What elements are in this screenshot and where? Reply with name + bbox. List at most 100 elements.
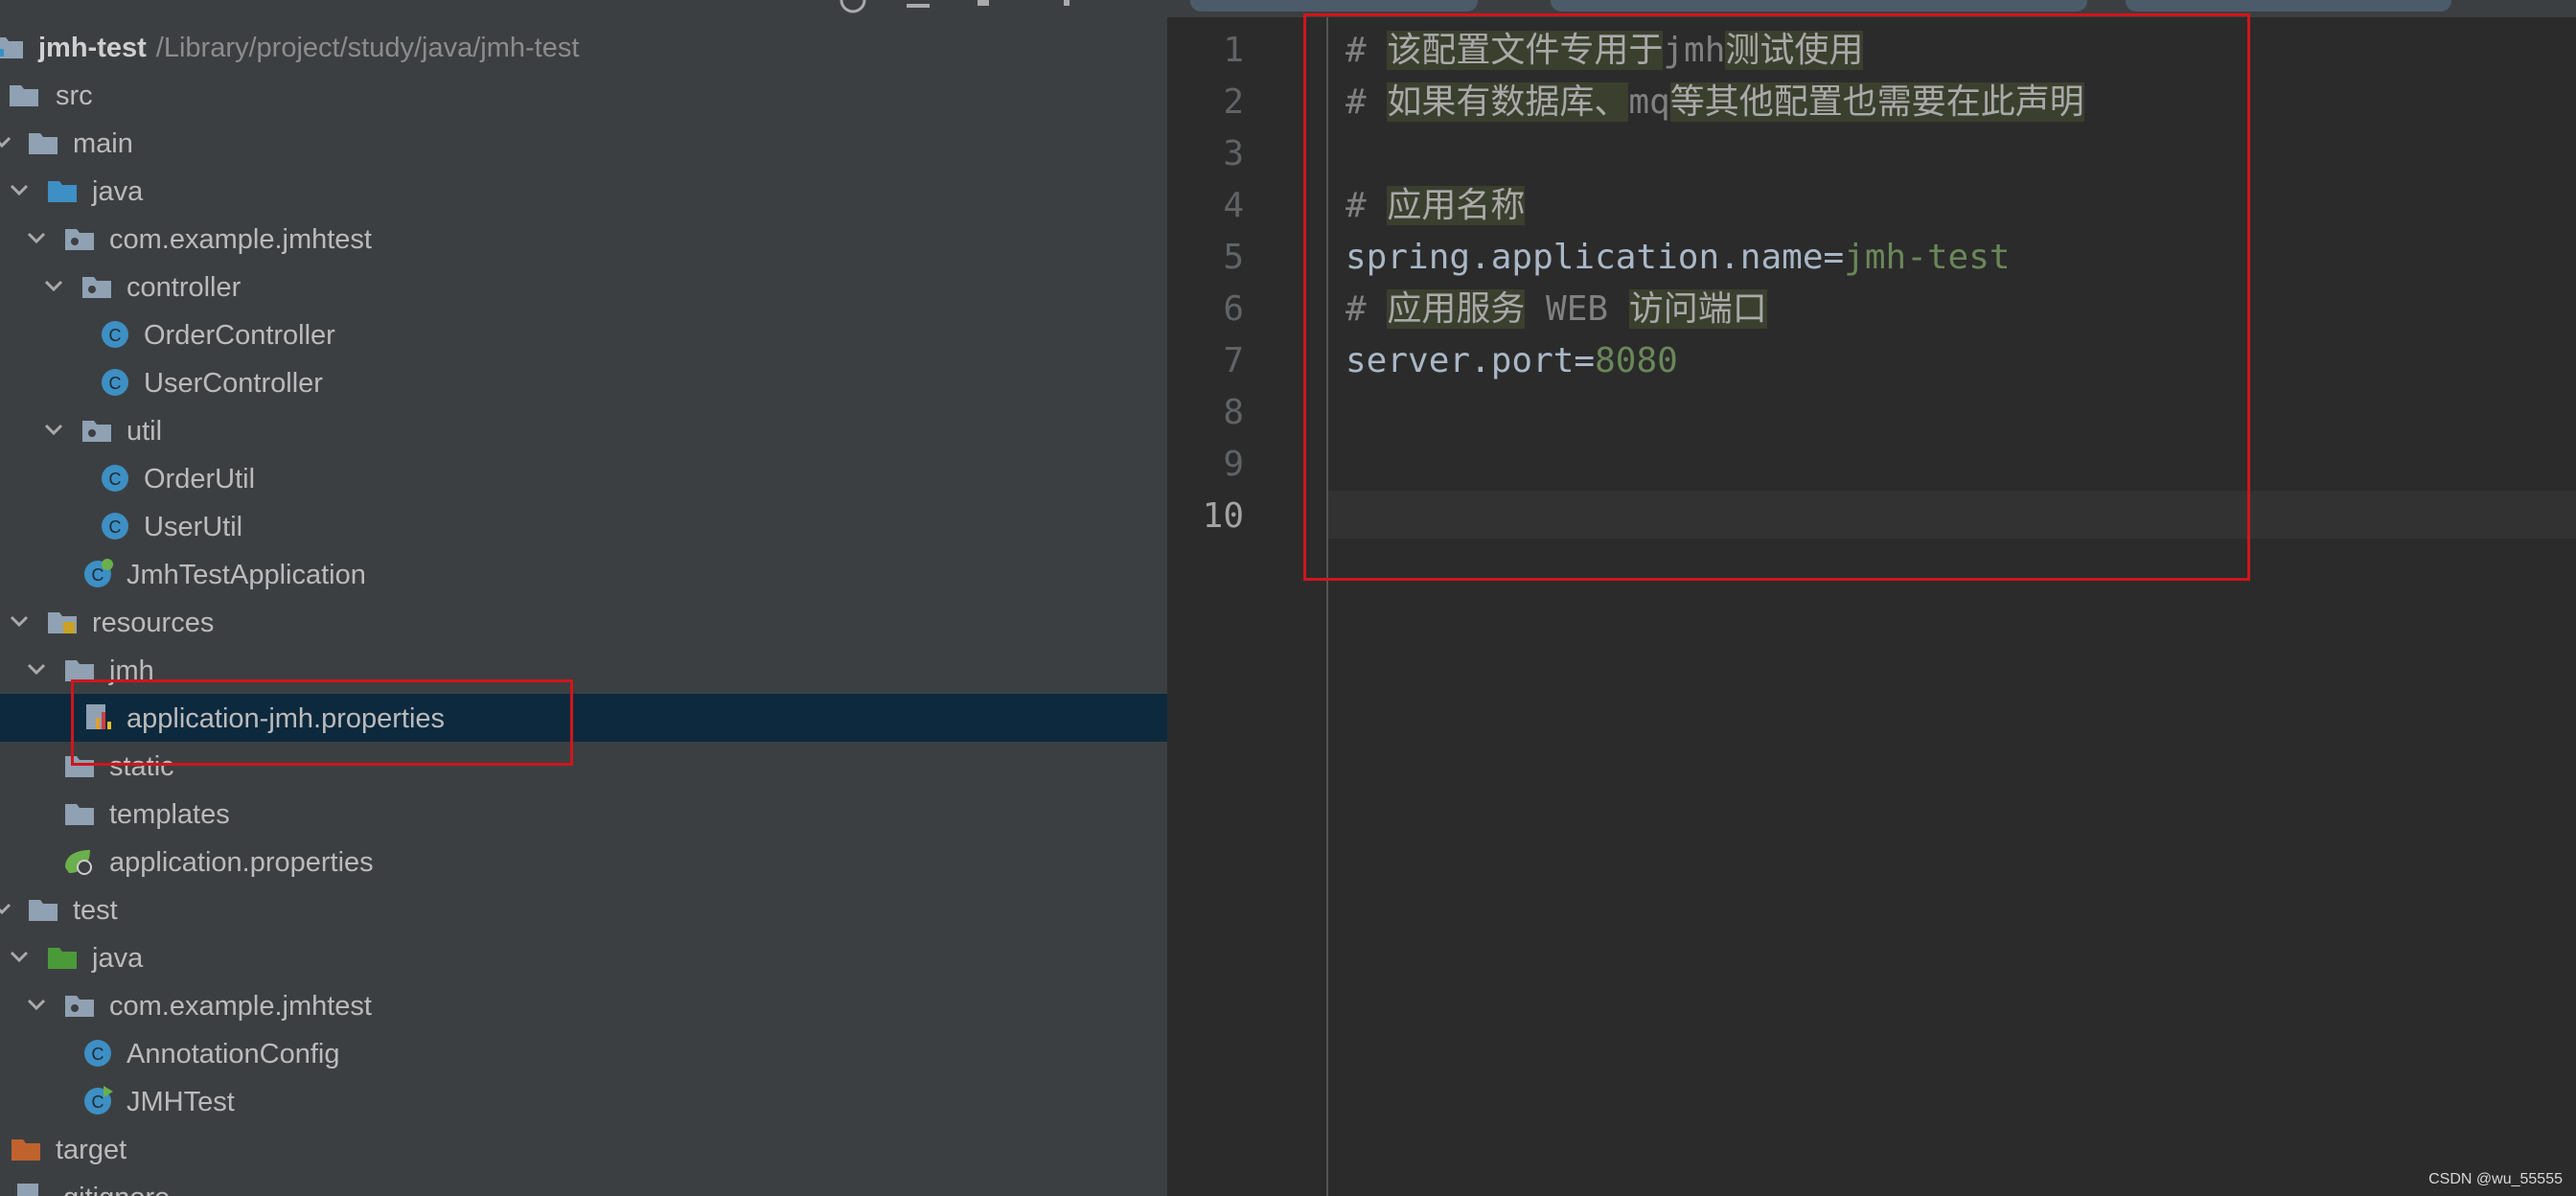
tree-row-userutil[interactable]: C UserUtil: [0, 502, 1167, 550]
tree-row-test-package[interactable]: com.example.jmhtest: [0, 981, 1167, 1029]
tree-label: com.example.jmhtest: [109, 991, 372, 1022]
project-name-label: jmh-test/Library/project/study/java/jmh-…: [38, 33, 580, 63]
folder-icon: [29, 900, 58, 921]
svg-text:C: C: [92, 1045, 104, 1064]
tree-label: UserController: [144, 368, 323, 399]
tree-row-resources[interactable]: resources: [0, 598, 1167, 646]
line-number: 9: [1223, 445, 1244, 484]
svg-text:C: C: [92, 1092, 104, 1112]
file-icon: [17, 1184, 38, 1196]
tree-label: templates: [109, 799, 230, 830]
tree-row-test-java[interactable]: java: [0, 933, 1167, 981]
folder-icon: [65, 804, 94, 825]
code-editor[interactable]: 1 2 3 4 5 6 7 8 9 10 # 该配置文件专用于jmh测试使用 #…: [1167, 0, 2576, 1196]
tree-row-package[interactable]: com.example.jmhtest: [0, 215, 1167, 263]
tree-label: java: [92, 943, 144, 974]
tree-label: test: [73, 895, 118, 926]
svg-text:C: C: [92, 565, 104, 585]
tree-row-util[interactable]: util: [0, 406, 1167, 454]
tree-label: com.example.jmhtest: [109, 224, 372, 255]
package-icon: [82, 277, 111, 298]
tree-label: src: [56, 80, 93, 111]
highlight-box-selected-file: [71, 679, 573, 766]
tree-label: java: [92, 176, 144, 207]
tree-row-annotationconfig[interactable]: C AnnotationConfig: [0, 1029, 1167, 1077]
tree-row-java[interactable]: java: [0, 167, 1167, 215]
chevron-down-icon[interactable]: [25, 226, 48, 249]
chevron-down-icon[interactable]: [0, 130, 13, 153]
chevron-down-icon[interactable]: [42, 418, 65, 441]
line-number: 8: [1223, 393, 1244, 432]
line-number: 6: [1223, 289, 1244, 329]
tree-label: UserUtil: [144, 512, 243, 542]
tree-row-project-root[interactable]: jmh-test/Library/project/study/java/jmh-…: [0, 23, 1167, 71]
excluded-folder-icon: [12, 1139, 40, 1161]
tree-row-orderutil[interactable]: C OrderUtil: [0, 454, 1167, 502]
line-number: 4: [1223, 186, 1244, 225]
tree-label: resources: [92, 608, 215, 638]
svg-text:C: C: [109, 374, 122, 393]
tree-row-jmhtest[interactable]: C JMHTest: [0, 1077, 1167, 1125]
editor-tab[interactable]: [1551, 0, 2087, 12]
class-icon: C: [102, 369, 128, 396]
tree-row-ordercontroller[interactable]: C OrderController: [0, 310, 1167, 358]
svg-text:C: C: [109, 518, 122, 537]
highlight-box-code: [1303, 13, 2250, 581]
tree-label: util: [126, 416, 163, 447]
chevron-down-icon[interactable]: [8, 178, 31, 201]
tree-row-usercontroller[interactable]: C UserController: [0, 358, 1167, 406]
tree-label: JmhTestApplication: [126, 560, 366, 590]
tree-row-jmhtestapplication[interactable]: C JmhTestApplication: [0, 550, 1167, 598]
class-icon: C: [102, 321, 128, 348]
editor-tab[interactable]: [2126, 0, 2451, 12]
line-number: 2: [1223, 82, 1244, 122]
line-number: 3: [1223, 134, 1244, 173]
more-icon[interactable]: [1054, 0, 1081, 13]
package-icon: [65, 229, 94, 250]
tree-label: target: [56, 1135, 127, 1165]
tree-label: AnnotationConfig: [126, 1039, 340, 1070]
spring-properties-icon: [65, 850, 92, 875]
chevron-down-icon[interactable]: [0, 897, 13, 920]
tree-label: OrderUtil: [144, 464, 256, 494]
svg-text:C: C: [109, 326, 122, 345]
tree-label: OrderController: [144, 320, 335, 351]
line-number-current: 10: [1202, 496, 1244, 536]
chevron-down-icon[interactable]: [25, 993, 48, 1016]
folder-icon: [10, 85, 38, 106]
line-number: 7: [1223, 341, 1244, 380]
tree-toolbar: [0, 0, 1167, 13]
folder-icon: [29, 133, 58, 154]
tree-row-main[interactable]: main: [0, 119, 1167, 167]
class-icon: C: [84, 1040, 111, 1067]
tree-row-gitignore[interactable]: .gitignore: [0, 1173, 1167, 1196]
resources-folder-icon: [48, 612, 77, 633]
tree-row-src[interactable]: src: [0, 71, 1167, 119]
tree-label: JMHTest: [126, 1087, 235, 1117]
chevron-down-icon[interactable]: [25, 657, 48, 680]
settings-icon[interactable]: [970, 0, 997, 13]
line-number: 1: [1223, 31, 1244, 70]
editor-tab[interactable]: [1190, 0, 1478, 12]
chevron-down-icon[interactable]: [8, 610, 31, 632]
chevron-down-icon[interactable]: [42, 274, 65, 297]
tree-row-test[interactable]: test: [0, 886, 1167, 933]
svg-text:C: C: [109, 470, 122, 489]
tree-row-application-properties[interactable]: application.properties: [0, 838, 1167, 886]
tree-label: application.properties: [109, 847, 374, 878]
tree-label: main: [73, 128, 133, 159]
collapse-icon[interactable]: [905, 0, 932, 13]
class-icon: C: [102, 513, 128, 540]
package-icon: [65, 996, 94, 1017]
line-number: 5: [1223, 238, 1244, 277]
tree-row-controller[interactable]: controller: [0, 263, 1167, 310]
tree-row-templates[interactable]: templates: [0, 790, 1167, 838]
watermark: CSDN @wu_55555: [2428, 1171, 2563, 1187]
chevron-down-icon[interactable]: [8, 945, 31, 968]
source-folder-icon: [48, 181, 77, 202]
target-icon[interactable]: [840, 0, 866, 13]
test-source-folder-icon: [48, 948, 77, 969]
tree-label: controller: [126, 272, 242, 303]
module-folder-icon: [0, 37, 23, 58]
tree-row-target[interactable]: target: [0, 1125, 1167, 1173]
